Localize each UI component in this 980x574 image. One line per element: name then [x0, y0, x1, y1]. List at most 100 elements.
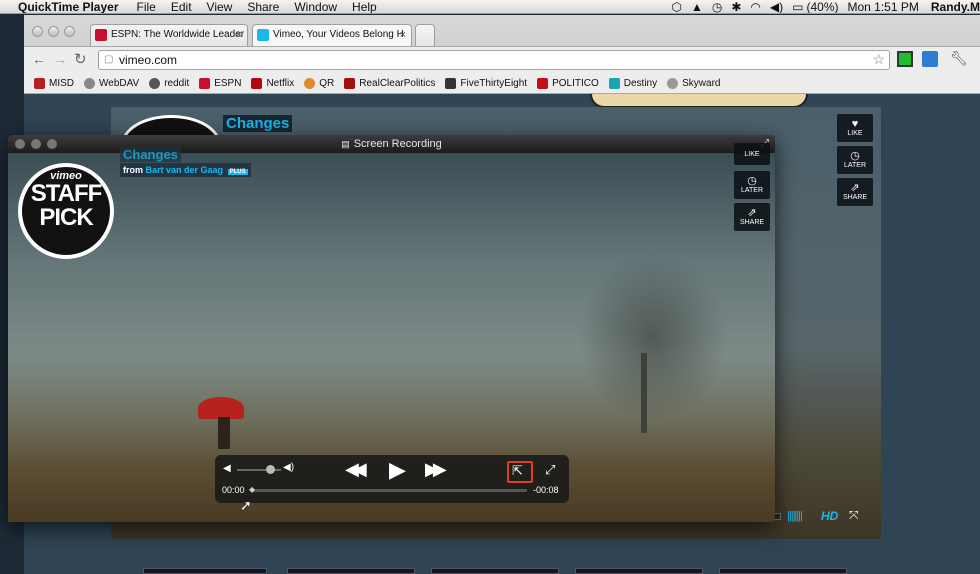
- play-icon[interactable]: ▶: [389, 457, 406, 483]
- qt-video-frame[interactable]: vimeo STAFF PICK Changes from Bart van d…: [8, 143, 775, 522]
- tab-title: ESPN: The Worldwide Leader: [111, 29, 245, 40]
- red-umbrella: [198, 397, 244, 419]
- close-window-button[interactable]: [15, 139, 25, 149]
- close-tab-icon[interactable]: ×: [400, 25, 406, 45]
- volume-bars-icon[interactable]: ||||||||: [787, 510, 803, 522]
- bluetooth-icon[interactable]: ✱: [731, 0, 741, 13]
- tab-espn[interactable]: ESPN: The Worldwide Leader ×: [90, 24, 248, 46]
- tab-vimeo[interactable]: Vimeo, Your Videos Belong H ×: [252, 24, 412, 46]
- minimize-window-button[interactable]: [31, 139, 41, 149]
- elapsed-time: 00:00: [222, 485, 245, 495]
- menu-edit[interactable]: Edit: [171, 0, 192, 13]
- hd-button[interactable]: HD: [821, 509, 838, 523]
- netflix-icon: [251, 77, 263, 89]
- bookmark-espn[interactable]: ESPN: [199, 77, 241, 89]
- plus-badge: PLUS: [227, 169, 248, 175]
- video-thumbnail[interactable]: [143, 568, 267, 574]
- globe-icon: [667, 77, 679, 89]
- video-title[interactable]: Changes: [120, 147, 181, 162]
- wrench-icon[interactable]: 🔧︎: [950, 50, 968, 67]
- bookmark-misd[interactable]: MISD: [34, 77, 74, 89]
- staff-pick-badge: vimeo STAFF PICK: [18, 163, 114, 259]
- video-thumbnail[interactable]: [431, 568, 559, 574]
- watch-later-button[interactable]: ◷ LATER: [734, 171, 770, 199]
- bookmark-star-icon[interactable]: ☆: [872, 50, 885, 68]
- person-figure: [218, 417, 230, 449]
- forward-icon[interactable]: →: [53, 51, 67, 67]
- reload-icon[interactable]: ↻: [74, 50, 87, 68]
- clock[interactable]: Mon 1:51 PM: [848, 0, 919, 13]
- battery-percent[interactable]: (40%): [806, 0, 838, 13]
- share-button-highlight[interactable]: ⇱: [507, 461, 533, 483]
- minimize-window-button[interactable]: [48, 26, 59, 37]
- extension-icon[interactable]: [897, 51, 913, 67]
- fullscreen-icon[interactable]: ⤧: [849, 508, 859, 523]
- qr-icon: [304, 77, 316, 89]
- mac-menubar: QuickTime Player File Edit View Share Wi…: [0, 0, 980, 14]
- share-icon[interactable]: ⇱: [512, 463, 523, 479]
- bookmark-fivethirtyeight[interactable]: FiveThirtyEight: [445, 77, 527, 89]
- menu-share[interactable]: Share: [247, 0, 279, 13]
- scrubber-track[interactable]: [251, 489, 527, 492]
- video-thumbnail[interactable]: [575, 568, 703, 574]
- quicktime-window: ▤Screen Recording ⤢ vimeo STAFF PICK Cha…: [8, 135, 775, 522]
- video-thumbnail[interactable]: [719, 568, 847, 574]
- qt-controls-bar[interactable]: ◀ ◀) ◀◀ ▶ ▶▶ ⇱ ⤢ 00:00 ◆ -00:08: [215, 455, 569, 503]
- mouse-cursor: ➚: [240, 497, 252, 513]
- fast-forward-icon[interactable]: ▶▶: [425, 459, 447, 480]
- vimeo-mascot: [590, 94, 808, 108]
- zoom-window-button[interactable]: [64, 26, 75, 37]
- bookmark-reddit[interactable]: reddit: [149, 77, 189, 89]
- battery-icon[interactable]: ▭: [792, 0, 803, 13]
- window-title: Screen Recording: [353, 138, 442, 150]
- menu-help[interactable]: Help: [352, 0, 377, 13]
- staff-text: STAFF: [30, 180, 103, 207]
- bookmark-qr[interactable]: QR: [304, 77, 334, 89]
- close-window-button[interactable]: [32, 26, 43, 37]
- video-byline: from Bart van der Gaag PLUS: [120, 163, 251, 177]
- new-tab-button[interactable]: [415, 24, 435, 46]
- address-bar[interactable]: ▢ vimeo.com ☆: [98, 50, 890, 70]
- rewind-icon[interactable]: ◀◀: [345, 459, 367, 480]
- close-tab-icon[interactable]: ×: [236, 25, 242, 45]
- speaker-high-icon[interactable]: ◀): [283, 462, 294, 473]
- time-machine-icon[interactable]: ◷: [712, 0, 722, 13]
- watch-later-button[interactable]: ◷ LATER: [837, 146, 873, 174]
- misd-favicon: [34, 77, 45, 89]
- share-button[interactable]: ⇗ SHARE: [734, 203, 770, 231]
- like-button[interactable]: LIKE: [734, 143, 770, 165]
- user-name[interactable]: Randy.M: [931, 0, 980, 13]
- fullscreen-icon[interactable]: ⤢: [545, 462, 555, 478]
- reddit-icon: [149, 77, 161, 89]
- speaker-low-icon[interactable]: ◀: [223, 463, 231, 474]
- bookmark-webdav[interactable]: WebDAV: [84, 77, 139, 89]
- volume-icon[interactable]: ◀): [770, 0, 783, 13]
- video-thumbnail[interactable]: [287, 568, 415, 574]
- menu-window[interactable]: Window: [294, 0, 337, 13]
- globe-icon: [84, 77, 95, 89]
- playhead-icon[interactable]: ◆: [249, 485, 255, 494]
- bookmark-skyward[interactable]: Skyward: [667, 77, 720, 89]
- bookmark-politico[interactable]: POLITICO: [537, 77, 599, 89]
- bookmark-realclearpolitics[interactable]: RealClearPolitics: [344, 77, 435, 89]
- volume-knob[interactable]: [266, 465, 275, 474]
- app-menu[interactable]: QuickTime Player: [18, 0, 119, 13]
- tab-title: Vimeo, Your Videos Belong H: [273, 29, 404, 40]
- drive-icon[interactable]: ▲: [691, 0, 703, 13]
- status-icon-1[interactable]: ⬡: [672, 0, 682, 13]
- wifi-icon[interactable]: ◠: [750, 0, 760, 13]
- clock-icon: ◷: [850, 150, 860, 162]
- tree-trunk: [641, 353, 647, 433]
- bookmark-destiny[interactable]: Destiny: [608, 77, 657, 89]
- clock-icon: ◷: [747, 175, 757, 187]
- bookmark-netflix[interactable]: Netflix: [251, 77, 294, 89]
- like-button[interactable]: ♥ LIKE: [837, 114, 873, 142]
- menu-view[interactable]: View: [207, 0, 233, 13]
- author-link[interactable]: Bart van der Gaag: [146, 165, 224, 175]
- back-icon[interactable]: ←: [32, 51, 46, 67]
- menu-file[interactable]: File: [137, 0, 156, 13]
- extension-icon-2[interactable]: [922, 51, 938, 67]
- share-button[interactable]: ⇗ SHARE: [837, 178, 873, 206]
- zoom-window-button[interactable]: [47, 139, 57, 149]
- video-title[interactable]: Changes: [223, 115, 293, 132]
